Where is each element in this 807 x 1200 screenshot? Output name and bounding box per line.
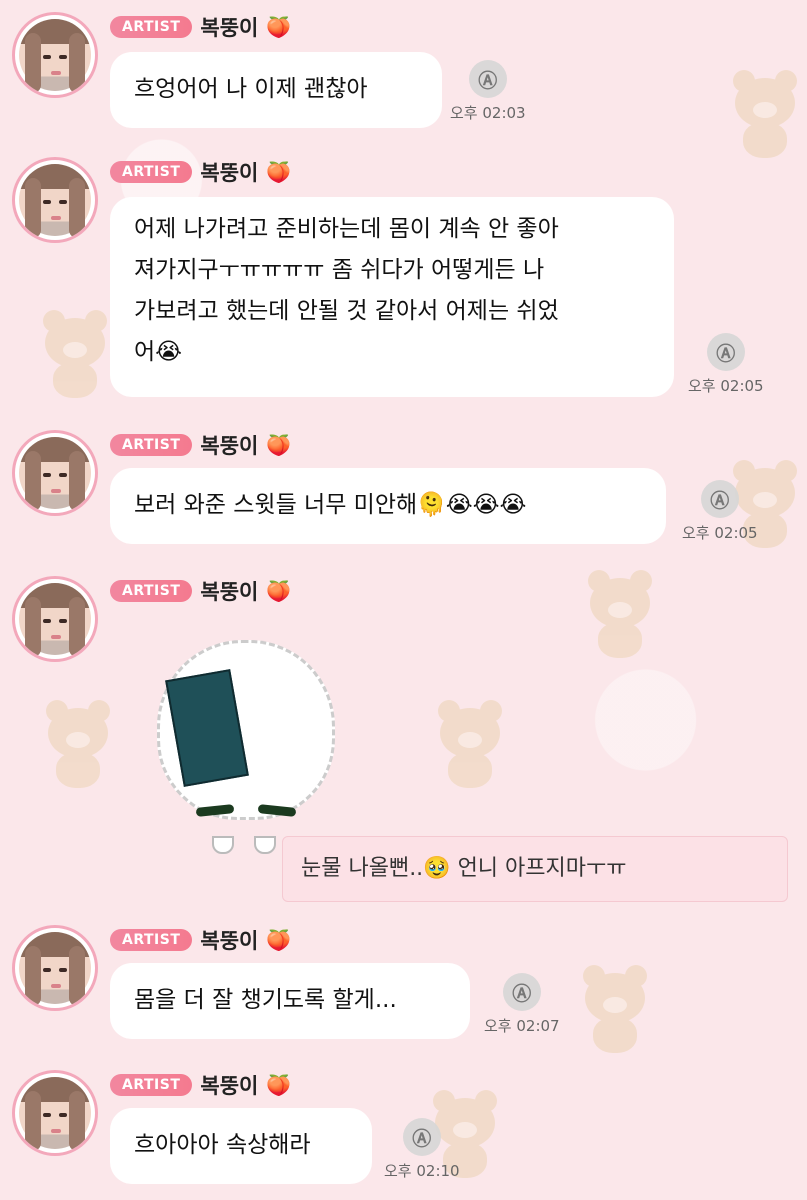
sender-row: ARTIST 복뚱이 🍑 — [110, 576, 291, 606]
sender-name[interactable]: 복뚱이 — [200, 430, 258, 460]
artist-avatar[interactable] — [12, 925, 98, 1011]
message-time: 오후 02:03 — [450, 104, 526, 122]
bear-decoration — [575, 965, 655, 1055]
artist-avatar[interactable] — [12, 576, 98, 662]
translate-icon[interactable]: Ⓐ — [502, 973, 541, 1011]
translate-icon[interactable]: Ⓐ — [402, 1118, 441, 1156]
sender-name[interactable]: 복뚱이 — [200, 576, 258, 606]
peach-emoji: 🍑 — [266, 579, 292, 603]
message-bubble[interactable]: 어제 나가려고 준비하는데 몸이 계속 안 좋아 져가지구ㅜㅠㅠㅠㅠ 좀 쉬다가… — [110, 197, 674, 397]
artist-badge: ARTIST — [110, 929, 193, 951]
artist-badge: ARTIST — [110, 1074, 193, 1096]
sender-row: ARTIST 복뚱이 🍑 — [110, 157, 291, 187]
onigiri-sticker[interactable] — [152, 640, 342, 854]
bear-decoration — [580, 570, 660, 660]
artist-badge: ARTIST — [110, 580, 193, 602]
message-meta: Ⓐ 오후 02:05 — [682, 480, 758, 543]
bear-decoration — [35, 310, 115, 400]
bear-decoration — [725, 70, 805, 160]
translate-icon[interactable]: Ⓐ — [700, 480, 739, 518]
artist-avatar[interactable] — [12, 12, 98, 98]
sender-name[interactable]: 복뚱이 — [200, 1070, 258, 1100]
translate-icon[interactable]: Ⓐ — [468, 60, 507, 98]
artist-avatar[interactable] — [12, 430, 98, 516]
sticker-foot — [254, 836, 276, 854]
sender-row: ARTIST 복뚱이 🍑 — [110, 430, 291, 460]
message-meta: Ⓐ 오후 02:03 — [450, 60, 526, 123]
artist-avatar[interactable] — [12, 157, 98, 243]
sender-name[interactable]: 복뚱이 — [200, 12, 258, 42]
message-meta: Ⓐ 오후 02:05 — [688, 333, 764, 396]
message-time: 오후 02:05 — [688, 377, 764, 395]
fan-reply-bubble[interactable]: 눈물 나올뻔..🥹 언니 아프지마ㅜㅠ — [282, 836, 788, 902]
message-bubble[interactable]: 보러 와준 스윗들 너무 미안해🫠😭😭😭 — [110, 468, 666, 544]
sender-row: ARTIST 복뚱이 🍑 — [110, 12, 291, 42]
message-time: 오후 02:05 — [682, 524, 758, 542]
artist-badge: ARTIST — [110, 434, 193, 456]
message-bubble[interactable]: 흐아아아 속상해라 — [110, 1108, 372, 1184]
translate-icon[interactable]: Ⓐ — [706, 333, 745, 371]
message-meta: Ⓐ 오후 02:10 — [384, 1118, 460, 1181]
message-bubble[interactable]: 몸을 더 잘 챙기도록 할게... — [110, 963, 470, 1039]
bear-decoration — [430, 700, 510, 790]
peach-emoji: 🍑 — [266, 433, 292, 457]
peach-emoji: 🍑 — [266, 15, 292, 39]
message-bubble[interactable]: 흐엉어어 나 이제 괜찮아 — [110, 52, 442, 128]
bear-decoration — [38, 700, 118, 790]
sticker-foot — [212, 836, 234, 854]
sender-row: ARTIST 복뚱이 🍑 — [110, 1070, 291, 1100]
artist-badge: ARTIST — [110, 161, 193, 183]
sender-name[interactable]: 복뚱이 — [200, 157, 258, 187]
artist-badge: ARTIST — [110, 16, 193, 38]
artist-avatar[interactable] — [12, 1070, 98, 1156]
message-meta: Ⓐ 오후 02:07 — [484, 973, 560, 1036]
peach-emoji: 🍑 — [266, 160, 292, 184]
sender-row: ARTIST 복뚱이 🍑 — [110, 925, 291, 955]
message-time: 오후 02:10 — [384, 1162, 460, 1180]
peach-emoji: 🍑 — [266, 928, 292, 952]
peach-emoji: 🍑 — [266, 1073, 292, 1097]
sender-name[interactable]: 복뚱이 — [200, 925, 258, 955]
message-time: 오후 02:07 — [484, 1017, 560, 1035]
